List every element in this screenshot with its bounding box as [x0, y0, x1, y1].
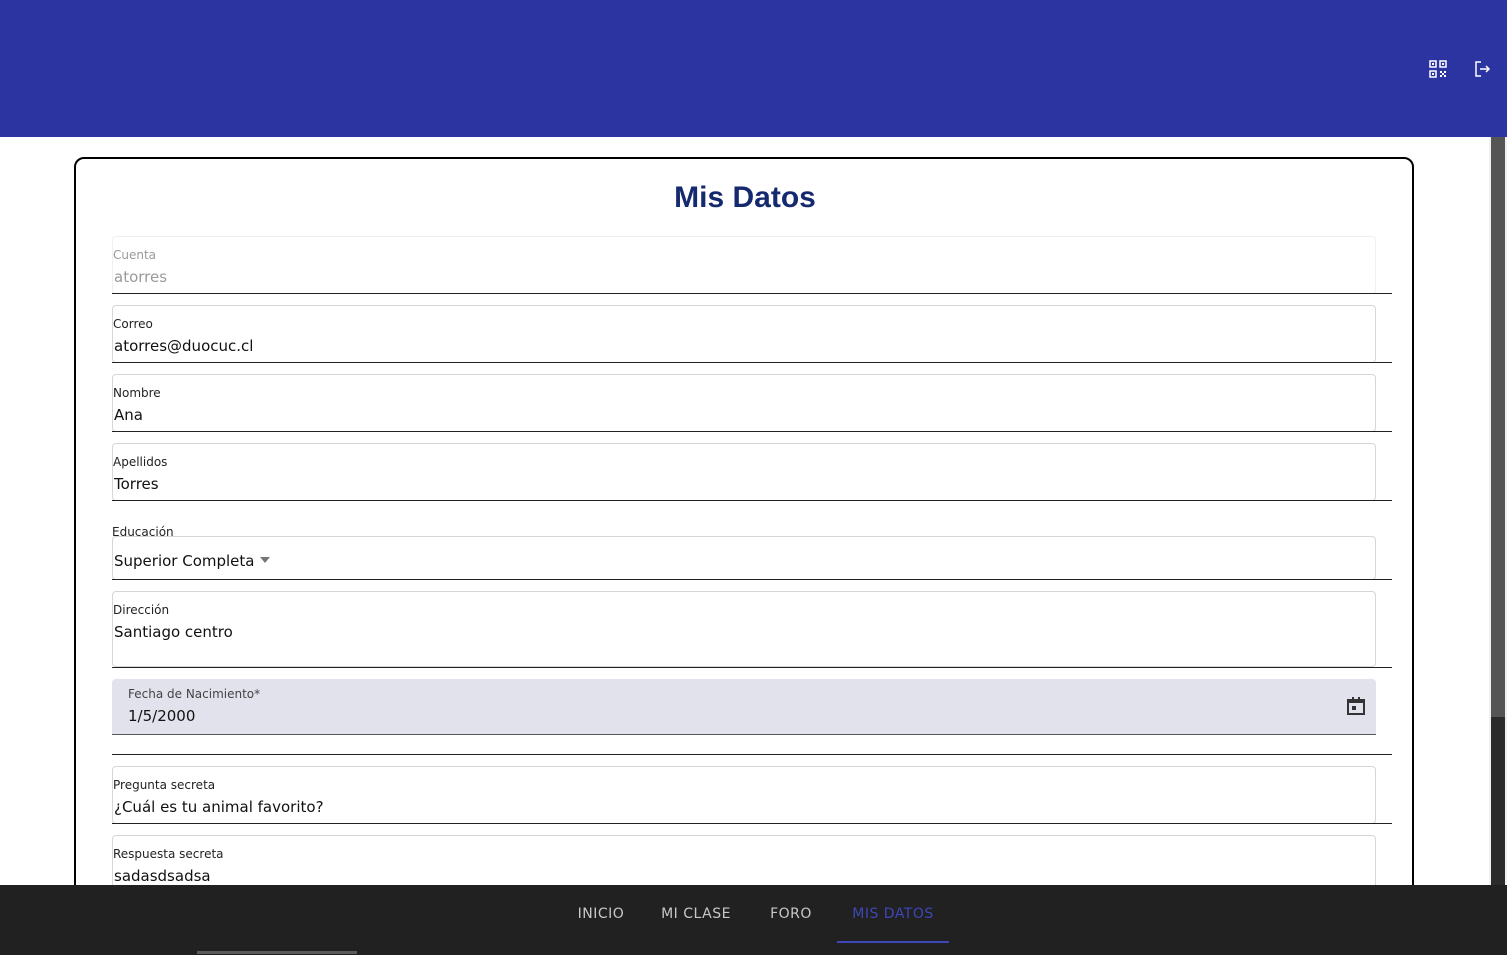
- name-label: Nombre: [113, 386, 161, 400]
- secret-question-field[interactable]: Pregunta secreta ¿Cuál es tu animal favo…: [112, 766, 1376, 824]
- profile-card: Mis Datos Cuenta atorres Correo atorres@…: [74, 157, 1414, 885]
- email-field[interactable]: Correo atorres@duocuc.cl: [112, 305, 1376, 363]
- qr-code-icon[interactable]: [1428, 59, 1448, 79]
- address-field[interactable]: Dirección Santiago centro: [112, 591, 1376, 667]
- app-toolbar: [0, 0, 1507, 137]
- address-value[interactable]: Santiago centro: [114, 623, 233, 641]
- name-field[interactable]: Nombre Ana: [112, 374, 1376, 432]
- account-field: Cuenta atorres: [112, 236, 1376, 294]
- active-tab-indicator: [837, 941, 949, 943]
- account-label: Cuenta: [113, 248, 157, 262]
- birthdate-value[interactable]: 1/5/2000: [128, 707, 195, 725]
- dropdown-caret-icon: [260, 557, 270, 563]
- secret-question-value[interactable]: ¿Cuál es tu animal favorito?: [114, 798, 324, 816]
- secret-question-label: Pregunta secreta: [113, 778, 216, 792]
- email-value[interactable]: atorres@duocuc.cl: [114, 337, 253, 355]
- scrollbar-track: [1491, 717, 1505, 885]
- address-label: Dirección: [113, 603, 170, 617]
- divider: [112, 667, 1392, 668]
- secret-answer-value[interactable]: sadasdsadsa: [114, 867, 211, 885]
- lastname-label: Apellidos: [113, 455, 168, 469]
- logout-icon[interactable]: [1473, 59, 1493, 79]
- bottom-tab-bar: INICIO MI CLASE FORO MIS DATOS: [0, 885, 1507, 955]
- divider: [112, 500, 1392, 501]
- divider: [112, 293, 1392, 294]
- name-value[interactable]: Ana: [114, 406, 143, 424]
- scrollbar-thumb[interactable]: [1491, 137, 1505, 717]
- birthdate-label: Fecha de Nacimiento*: [128, 687, 261, 701]
- divider: [112, 431, 1392, 432]
- tab-inicio[interactable]: INICIO: [566, 885, 636, 943]
- calendar-icon[interactable]: [1346, 696, 1366, 716]
- vertical-scrollbar[interactable]: [1489, 137, 1507, 885]
- tab-mis-datos[interactable]: MIS DATOS: [837, 885, 949, 943]
- account-value: atorres: [114, 268, 168, 286]
- horizontal-scrollbar[interactable]: [197, 951, 357, 954]
- divider: [112, 754, 1392, 755]
- page-title: Mis Datos: [674, 181, 816, 214]
- education-value: Superior Completa: [114, 552, 255, 570]
- divider: [112, 579, 1392, 580]
- tab-foro[interactable]: FORO: [758, 885, 824, 943]
- divider: [112, 823, 1392, 824]
- lastname-value[interactable]: Torres: [114, 475, 159, 493]
- tab-mi-clase[interactable]: MI CLASE: [650, 885, 742, 943]
- divider: [112, 362, 1392, 363]
- lastname-field[interactable]: Apellidos Torres: [112, 443, 1376, 501]
- secret-answer-label: Respuesta secreta: [113, 847, 224, 861]
- content-area: Mis Datos Cuenta atorres Correo atorres@…: [0, 137, 1507, 885]
- education-select[interactable]: Superior Completa: [112, 536, 1376, 580]
- secret-answer-field[interactable]: Respuesta secreta sadasdsadsa: [112, 835, 1376, 885]
- email-label: Correo: [113, 317, 153, 331]
- birthdate-field[interactable]: Fecha de Nacimiento* 1/5/2000: [112, 679, 1376, 735]
